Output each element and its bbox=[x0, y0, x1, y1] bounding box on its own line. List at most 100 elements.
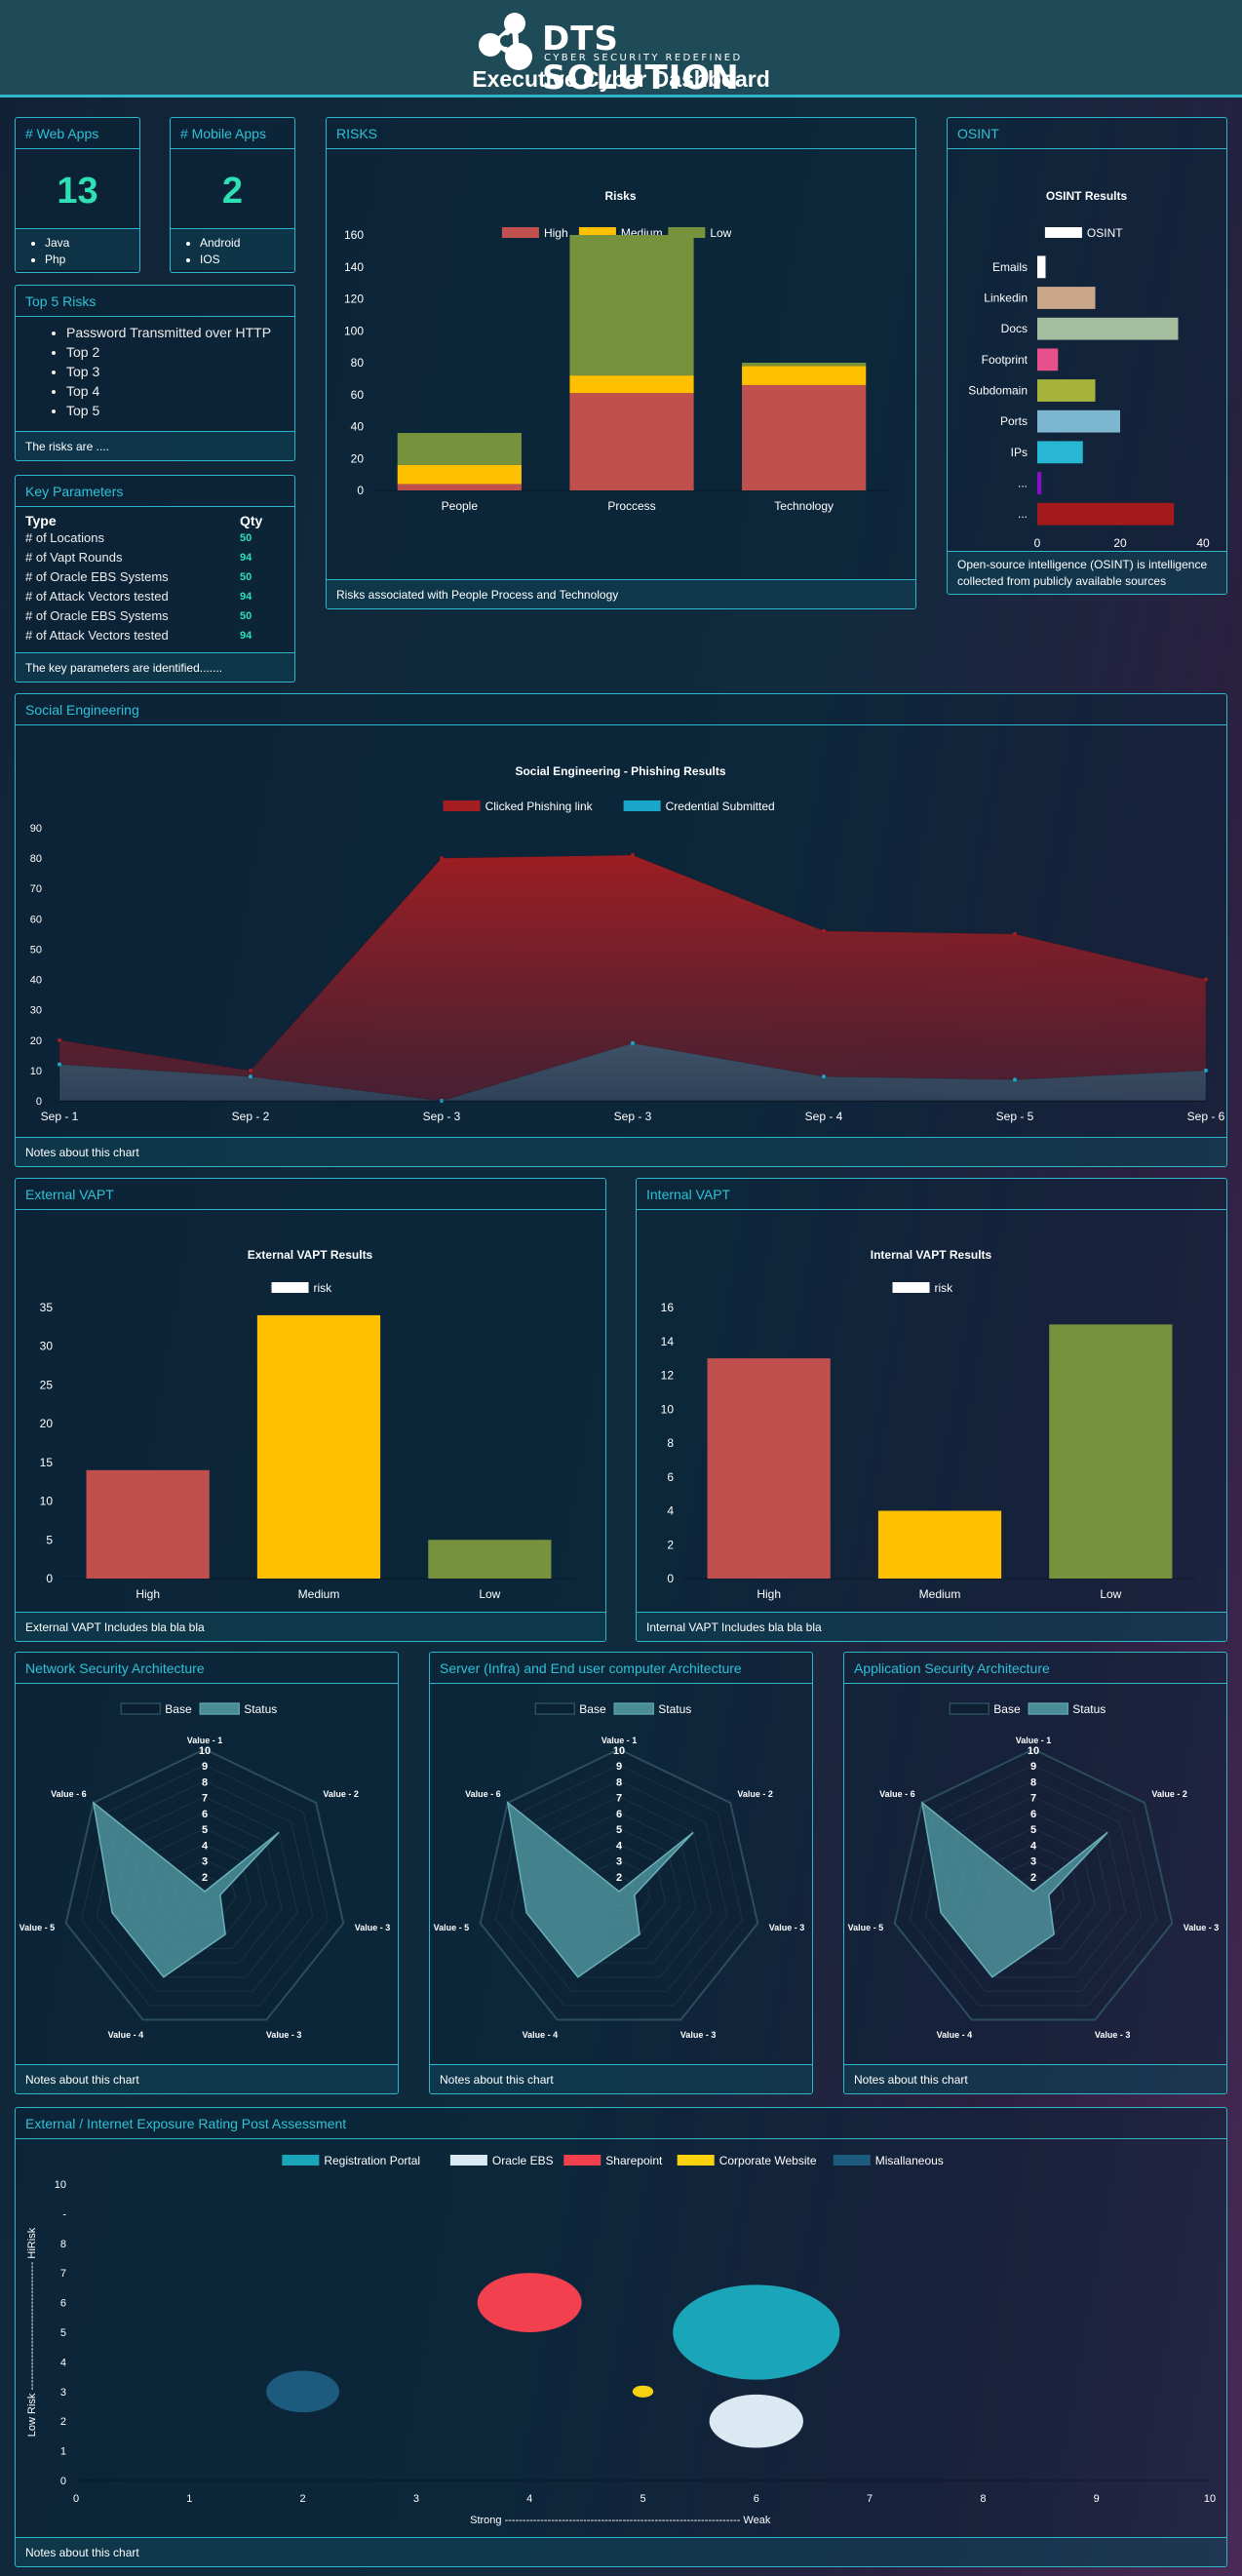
panel-footer: Notes about this chart bbox=[16, 2537, 1226, 2566]
legend-swatch bbox=[613, 1702, 655, 1715]
legend-swatch bbox=[120, 1702, 162, 1715]
legend-label: Credential Submitted bbox=[666, 800, 775, 813]
axis-label: Value - 5 bbox=[434, 1923, 470, 1932]
data-point bbox=[631, 853, 635, 857]
panel-title: Network Security Architecture bbox=[16, 1653, 398, 1684]
y-tick-label: 80 bbox=[30, 853, 42, 865]
r-tick-label: 10 bbox=[1028, 1745, 1039, 1757]
panel-footer: External VAPT Includes bla bla bla bbox=[16, 1612, 605, 1641]
type-cell: # of Locations bbox=[25, 530, 104, 545]
r-tick-label: 3 bbox=[1030, 1856, 1036, 1868]
legend-label: Misallaneous bbox=[875, 2154, 944, 2167]
qty-cell: 94 bbox=[240, 552, 252, 564]
x-tick-label: 0 bbox=[1034, 536, 1041, 549]
panel-title: Application Security Architecture bbox=[844, 1653, 1226, 1684]
r-tick-label: 8 bbox=[202, 1776, 208, 1788]
list-item: Top 3 bbox=[66, 362, 294, 381]
axis-label: Value - 4 bbox=[108, 2030, 144, 2040]
legend-swatch bbox=[949, 1702, 990, 1715]
y-tick-label: 80 bbox=[351, 356, 365, 370]
x-tick-label: 9 bbox=[1094, 2493, 1100, 2505]
panel-title: Social Engineering bbox=[16, 694, 1226, 725]
y-tick-label: 4 bbox=[667, 1504, 674, 1518]
panel-title: OSINT bbox=[948, 118, 1226, 149]
y-tick-label: 7 bbox=[60, 2268, 66, 2280]
data-point bbox=[1013, 1077, 1017, 1082]
y-tick-label: 6 bbox=[667, 1470, 674, 1484]
x-tick-label: High bbox=[136, 1587, 160, 1601]
y-tick-label: 10 bbox=[661, 1402, 675, 1416]
y-tick-label: 12 bbox=[661, 1369, 675, 1383]
x-tick-label: 4 bbox=[526, 2493, 532, 2505]
company-logo: DTS SOLUTION CYBER SECURITY REDEFINED bbox=[474, 13, 776, 98]
legend-swatch bbox=[833, 2155, 871, 2166]
logo-molecule-icon bbox=[479, 13, 532, 70]
x-axis-title: Strong ---------------------------------… bbox=[470, 2515, 771, 2526]
data-point bbox=[1013, 931, 1017, 936]
bar-high-technology bbox=[742, 384, 867, 490]
chart-title: Risks bbox=[604, 189, 636, 203]
panel-footer: Notes about this chart bbox=[430, 2064, 812, 2093]
x-tick-label: Medium bbox=[298, 1587, 340, 1601]
legend-label: Low bbox=[710, 226, 731, 240]
x-tick-label: Sep - 4 bbox=[805, 1110, 843, 1123]
axis-label: Value - 3 bbox=[1184, 1923, 1220, 1932]
axis-label: Value - 2 bbox=[323, 1789, 359, 1799]
y-tick-label: 20 bbox=[30, 1035, 42, 1047]
r-tick-label: 10 bbox=[199, 1745, 211, 1757]
x-tick-label: 6 bbox=[754, 2493, 759, 2505]
axis-label: Value - 3 bbox=[266, 2030, 302, 2040]
panel-title: # Web Apps bbox=[16, 118, 139, 149]
r-tick-label: 5 bbox=[1030, 1824, 1036, 1836]
bar-emails bbox=[1037, 255, 1046, 279]
application-security-radar-chart: Base Status 2 3 4 5 6 7 8 9 10Value - 1 Value - 2 Va… bbox=[848, 1702, 1220, 2040]
panel-title: Key Parameters bbox=[16, 476, 294, 507]
axis-label: Value - 1 bbox=[187, 1736, 223, 1745]
panel-title: RISKS bbox=[327, 118, 915, 149]
internal-vapt-chart: Internal VAPT Results risk 0 2 4 6 8 10 12 14 16 Hi… bbox=[661, 1248, 1196, 1601]
r-tick-label: 5 bbox=[616, 1824, 622, 1836]
bar-low bbox=[428, 1540, 552, 1579]
table-row: # of Attack Vectors tested 94 bbox=[25, 626, 289, 645]
y-tick-label: ... bbox=[1018, 507, 1028, 521]
bubble-misallaneous bbox=[266, 2370, 340, 2413]
axis-label: Value - 1 bbox=[1016, 1736, 1052, 1745]
y-tick-label: 20 bbox=[40, 1417, 54, 1430]
bar-high-people bbox=[397, 484, 522, 490]
r-tick-label: 2 bbox=[202, 1872, 208, 1884]
y-tick-label: - bbox=[62, 2208, 66, 2220]
x-tick-label: Sep - 6 bbox=[1187, 1110, 1225, 1123]
r-tick-label: 7 bbox=[1030, 1793, 1036, 1805]
list-item: Top 4 bbox=[66, 381, 294, 401]
application-security-panel: Application Security Architecture Base St… bbox=[843, 1652, 1227, 2094]
axis-label: Value - 3 bbox=[355, 1923, 391, 1932]
bar-low-proccess bbox=[569, 235, 694, 376]
legend-swatch bbox=[1028, 1702, 1069, 1715]
legend-label: Corporate Website bbox=[719, 2154, 817, 2167]
list-item: Android bbox=[200, 235, 294, 252]
risks-chart: RisksHigh Medium Low020406080100120140160P… bbox=[344, 189, 890, 513]
legend-swatch bbox=[199, 1702, 241, 1715]
top-risks-panel: Top 5 Risks Password Transmitted over HT… bbox=[15, 285, 295, 461]
network-security-radar-chart: Base Status 2 3 4 5 6 7 8 9 10Value - 1 Value - 2 Va… bbox=[19, 1702, 391, 2040]
table-row: # of Oracle EBS Systems 50 bbox=[25, 606, 289, 626]
y-tick-label: Linkedin bbox=[984, 292, 1028, 305]
x-tick-label: Low bbox=[479, 1587, 500, 1601]
data-point bbox=[440, 856, 444, 861]
x-tick-label: 5 bbox=[640, 2493, 645, 2505]
type-cell: # of Oracle EBS Systems bbox=[25, 608, 169, 623]
bubble-registration-portal bbox=[673, 2284, 840, 2380]
data-point bbox=[58, 1037, 61, 1042]
mobile-apps-list: Android IOS bbox=[171, 229, 294, 270]
y-tick-label: 0 bbox=[46, 1572, 53, 1585]
y-tick-label: 100 bbox=[344, 324, 364, 337]
bar-moremoremore bbox=[1037, 502, 1175, 526]
y-tick-label: 160 bbox=[344, 228, 364, 242]
data-point bbox=[631, 1040, 635, 1045]
y-tick-label: 30 bbox=[30, 1005, 42, 1017]
x-tick-label: Proccess bbox=[607, 499, 655, 513]
r-tick-label: 3 bbox=[616, 1856, 622, 1868]
axis-label: Value - 4 bbox=[523, 2030, 559, 2040]
type-cell: # of Attack Vectors tested bbox=[25, 589, 169, 604]
panel-title: Top 5 Risks bbox=[16, 286, 294, 317]
